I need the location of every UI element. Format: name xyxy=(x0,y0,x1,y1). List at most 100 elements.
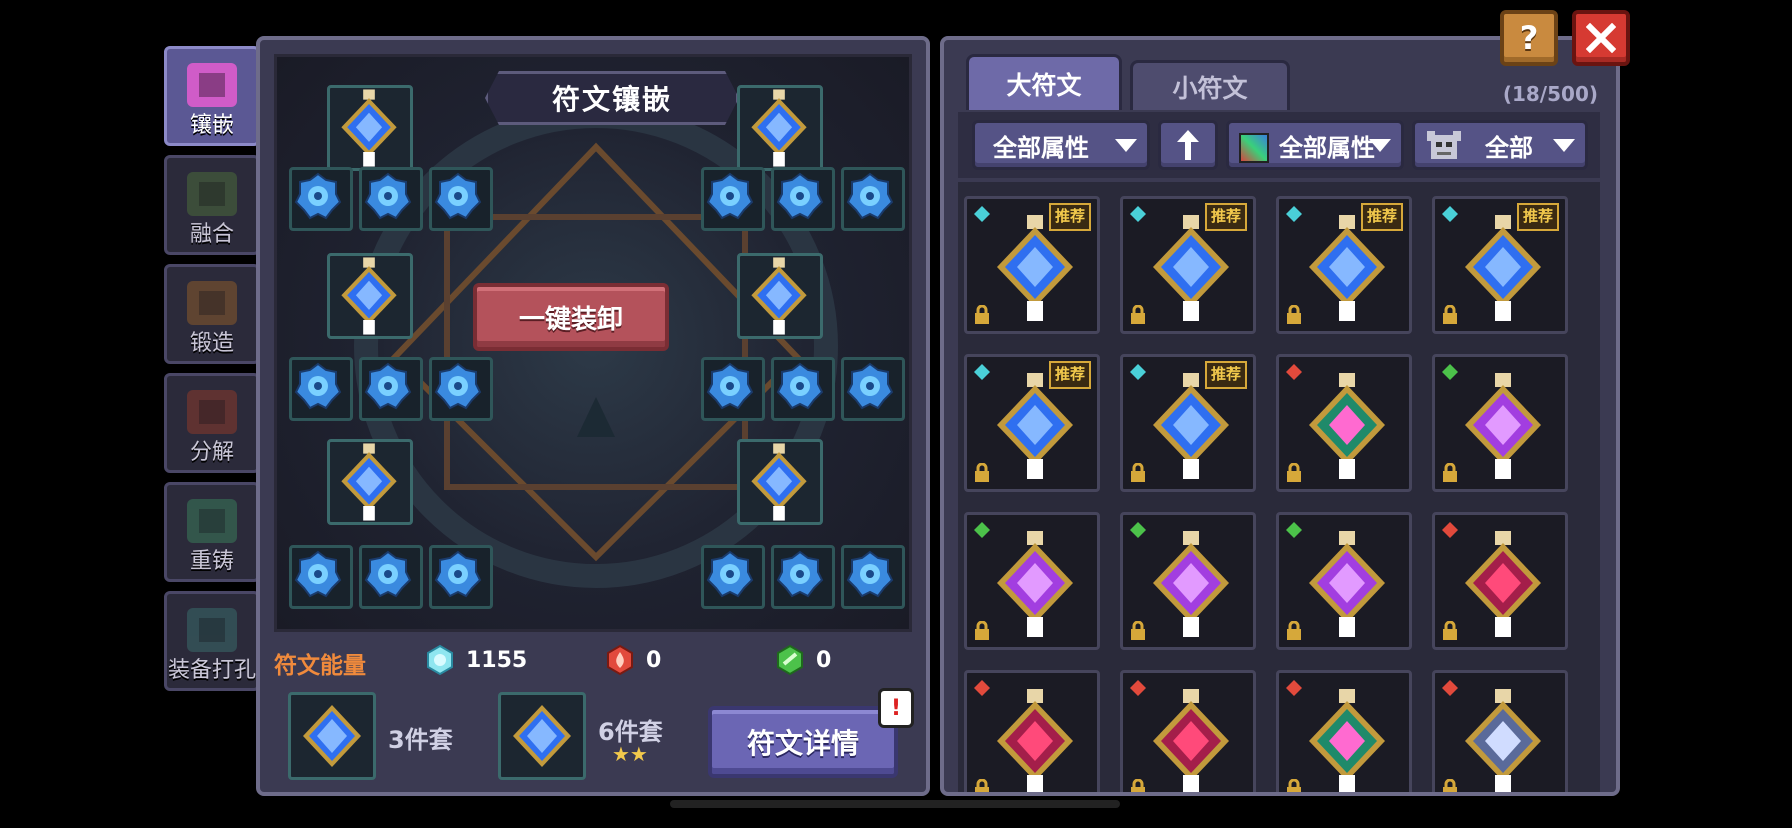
element-filter-value: 全部属性 xyxy=(1279,133,1375,162)
rune-inventory-item[interactable]: 推荐 xyxy=(1120,196,1256,334)
rune-inventory-item[interactable] xyxy=(1120,512,1256,650)
rune-inventory-item[interactable] xyxy=(1276,512,1412,650)
minor-rune-slot[interactable] xyxy=(429,357,493,421)
lock-icon xyxy=(1443,463,1457,482)
minor-rune-slot[interactable] xyxy=(841,545,905,609)
type-filter-dropdown[interactable]: 全部 xyxy=(1412,120,1588,170)
blue-minor-rune-icon xyxy=(364,362,412,410)
minor-rune-slot[interactable] xyxy=(841,167,905,231)
set-bonus-3-slot[interactable] xyxy=(288,692,376,780)
rune-inlay-panel: 符文镶嵌 一键装卸 符文能量 1155 0 0 3件套 6件套 ★★ 符文详情 … xyxy=(256,36,930,796)
silver-major-rune-icon xyxy=(1465,689,1541,792)
rune-inventory-item[interactable] xyxy=(964,512,1100,650)
minor-rune-slot[interactable] xyxy=(429,167,493,231)
minor-rune-slot[interactable] xyxy=(771,357,835,421)
blue-minor-rune-icon xyxy=(846,362,894,410)
rune-inventory-item[interactable] xyxy=(1432,512,1568,650)
sort-up-arrow-icon xyxy=(1177,130,1199,160)
major-rune-slot[interactable] xyxy=(327,439,413,525)
major-rune-slot[interactable] xyxy=(737,253,823,339)
close-button[interactable] xyxy=(1572,10,1630,66)
lock-icon xyxy=(975,305,989,324)
major-rune-slot[interactable] xyxy=(737,439,823,525)
attribute-filter-dropdown[interactable]: 全部属性 xyxy=(972,120,1150,170)
minor-rune-slot[interactable] xyxy=(701,545,765,609)
rune-inventory-item[interactable] xyxy=(1276,354,1412,492)
minor-rune-slot[interactable] xyxy=(289,167,353,231)
green-major-rune-icon xyxy=(1309,689,1385,792)
rune-inventory-item[interactable] xyxy=(1432,354,1568,492)
red-energy-value: 0 xyxy=(646,647,662,673)
recommended-badge: 推荐 xyxy=(1204,361,1247,389)
blue-minor-rune-icon xyxy=(434,550,482,598)
purple-major-rune-icon xyxy=(1465,373,1541,479)
minor-rune-slot[interactable] xyxy=(771,545,835,609)
lock-icon xyxy=(1287,779,1301,792)
rune-details-button[interactable]: 符文详情 xyxy=(708,706,898,778)
crimson-major-rune-icon xyxy=(1153,689,1229,792)
rune-inventory-item[interactable]: 推荐 xyxy=(964,354,1100,492)
element-filter-dropdown[interactable]: 全部属性 xyxy=(1226,120,1404,170)
nav-item-label: 镶嵌 xyxy=(189,113,234,138)
nav-item-5[interactable]: 装备打孔 xyxy=(164,591,260,691)
help-button[interactable]: ? xyxy=(1500,10,1558,66)
rune-energy-row: 符文能量 1155 0 0 xyxy=(274,636,912,684)
blue-minor-rune-icon xyxy=(294,362,342,410)
blue-minor-rune-icon xyxy=(294,172,342,220)
rune-inventory-item[interactable] xyxy=(1432,670,1568,792)
lock-icon xyxy=(1131,305,1145,324)
green-energy-icon xyxy=(777,644,803,676)
attribute-filter-value: 全部属性 xyxy=(993,133,1089,162)
minor-rune-slot[interactable] xyxy=(701,167,765,231)
major-rune-slot[interactable] xyxy=(327,85,413,171)
minor-rune-slot[interactable] xyxy=(359,167,423,231)
minor-rune-slot[interactable] xyxy=(359,545,423,609)
blue-energy: 1155 xyxy=(424,644,527,676)
lock-icon xyxy=(975,463,989,482)
crimson-major-rune-icon xyxy=(997,689,1073,792)
unequip-all-button[interactable]: 一键装卸 xyxy=(473,283,669,351)
sort-direction-button[interactable] xyxy=(1158,120,1218,170)
blue-rune-set-icon xyxy=(303,705,361,767)
rune-inventory-grid: 推荐 推荐 推荐 推荐 推荐 推荐 xyxy=(958,182,1600,792)
lock-icon xyxy=(1131,621,1145,640)
nav-item-3[interactable]: 分解 xyxy=(164,373,260,473)
rune-inventory-item[interactable]: 推荐 xyxy=(964,196,1100,334)
rune-inventory-item[interactable]: 推荐 xyxy=(1276,196,1412,334)
chevron-down-icon xyxy=(1369,139,1391,152)
purple-major-rune-icon xyxy=(1153,531,1229,637)
blue-minor-rune-icon xyxy=(294,550,342,598)
minor-rune-slot[interactable] xyxy=(429,545,493,609)
minor-rune-slot[interactable] xyxy=(359,357,423,421)
minor-rune-slot[interactable] xyxy=(289,545,353,609)
minor-rune-slot[interactable] xyxy=(841,357,905,421)
minor-rune-slot[interactable] xyxy=(771,167,835,231)
rune-inventory-item[interactable]: 推荐 xyxy=(1432,196,1568,334)
blue-major-rune-icon xyxy=(751,257,807,335)
major-rune-slot[interactable] xyxy=(327,253,413,339)
recommended-badge: 推荐 xyxy=(1204,203,1247,231)
lock-icon xyxy=(1131,463,1145,482)
nav-item-4[interactable]: 重铸 xyxy=(164,482,260,582)
chevron-down-icon xyxy=(1115,139,1137,152)
purple-major-rune-icon xyxy=(997,531,1073,637)
rune-inventory-item[interactable] xyxy=(964,670,1100,792)
major-rune-slot[interactable] xyxy=(737,85,823,171)
rune-inventory-item[interactable]: 推荐 xyxy=(1120,354,1256,492)
chevron-down-icon xyxy=(1553,139,1575,152)
minor-rune-slot[interactable] xyxy=(701,357,765,421)
nav-item-2[interactable]: 锻造 xyxy=(164,264,260,364)
nav-item-1[interactable]: 融合 xyxy=(164,155,260,255)
tab-minor-runes[interactable]: 小符文 xyxy=(1130,60,1290,110)
minor-rune-slot[interactable] xyxy=(289,357,353,421)
blue-major-rune-icon xyxy=(751,443,807,521)
nav-item-0[interactable]: 镶嵌 xyxy=(164,46,260,146)
blue-minor-rune-icon xyxy=(846,550,894,598)
blue-major-rune-icon xyxy=(341,257,397,335)
rune-inventory-item[interactable] xyxy=(1120,670,1256,792)
tab-major-runes[interactable]: 大符文 xyxy=(966,54,1122,110)
set-bonus-6-slot[interactable] xyxy=(498,692,586,780)
lock-icon xyxy=(1443,621,1457,640)
rune-inventory-item[interactable] xyxy=(1276,670,1412,792)
blue-minor-rune-icon xyxy=(776,362,824,410)
